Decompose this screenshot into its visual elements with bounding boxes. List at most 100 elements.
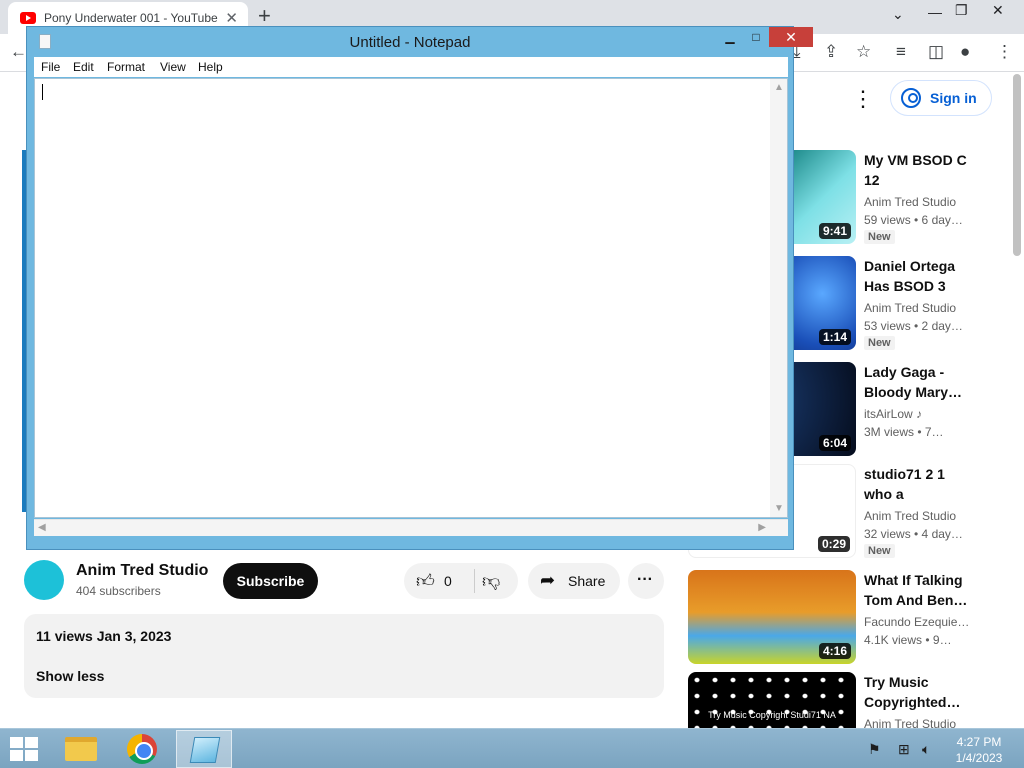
more-horizontal-icon: ··· <box>637 571 653 588</box>
video-duration: 1:14 <box>818 329 851 345</box>
video-title[interactable]: Daniel Ortega Has BSOD 3 <box>864 256 968 296</box>
thumbnail-caption: Try Music Copyright Studi71 NA <box>708 710 836 720</box>
volume-icon[interactable]: 🔈︎ <box>922 741 930 758</box>
video-title[interactable]: studio71 2 1 who a blocked… <box>864 464 968 504</box>
taskbar-notepad[interactable] <box>176 730 232 768</box>
menu-file[interactable]: File <box>41 60 60 74</box>
video-meta: 3M views • 7… <box>864 425 944 439</box>
video-title[interactable]: Try Music Copyrighted… <box>864 672 968 712</box>
youtube-more-menu-icon[interactable]: ⋮ <box>852 86 874 112</box>
scroll-up-icon[interactable]: ▲ <box>774 82 784 93</box>
menu-view[interactable]: View <box>160 60 186 74</box>
notepad-app-icon <box>189 737 221 763</box>
window-minimize-button[interactable]: — <box>928 4 942 20</box>
menu-help[interactable]: Help <box>198 60 223 74</box>
sign-in-label: Sign in <box>930 90 977 106</box>
video-channel[interactable]: Anim Tred Studio <box>864 301 956 315</box>
video-title[interactable]: My VM BSOD C 12 <box>864 150 968 190</box>
windows-taskbar: ⚑ ⊞ 🔈︎ 4:27 PM 1/4/2023 <box>0 728 1024 768</box>
video-channel[interactable]: Anim Tred Studio <box>864 717 956 728</box>
video-channel[interactable]: Facundo Ezequie… <box>864 615 969 629</box>
new-badge: New <box>864 336 895 350</box>
subscribe-button[interactable]: Subscribe <box>223 563 318 599</box>
thumbs-up-icon[interactable]: 👍︎ <box>416 570 435 592</box>
video-channel-name: itsAirLow <box>864 407 913 421</box>
notepad-menubar: File Edit Format View Help <box>34 57 788 77</box>
account-icon <box>901 88 921 108</box>
like-count[interactable]: 0 <box>444 573 452 589</box>
taskbar-chrome[interactable] <box>114 730 170 768</box>
related-video[interactable]: Try Music Copyright Studi71 NA Try Music… <box>688 672 968 728</box>
page-scrollbar[interactable] <box>1013 74 1021 256</box>
share-label: Share <box>568 573 606 589</box>
video-duration: 6:04 <box>818 435 851 451</box>
taskbar-file-explorer[interactable] <box>52 730 108 768</box>
horizontal-scrollbar[interactable]: ◀ ▶ <box>34 519 788 536</box>
sign-in-button[interactable]: Sign in <box>890 80 992 116</box>
video-title[interactable]: Lady Gaga - Bloody Mary… <box>864 362 968 402</box>
bookmark-star-icon[interactable]: ☆ <box>856 42 871 62</box>
profile-avatar-icon[interactable]: ● <box>960 42 970 62</box>
related-video[interactable]: 4:16 What If Talking Tom And Ben… Facund… <box>688 570 969 666</box>
video-thumbnail[interactable]: 4:16 <box>688 570 856 664</box>
action-center-flag-icon[interactable]: ⚑ <box>868 741 881 758</box>
video-duration: 4:16 <box>818 643 851 659</box>
thumbs-down-icon[interactable]: 👎︎ <box>482 570 500 592</box>
chrome-icon <box>127 734 157 764</box>
notepad-text-area[interactable]: ▲ ▼ <box>34 78 788 518</box>
like-dislike-group: 👍︎ 0 👎︎ <box>404 563 518 599</box>
new-badge: New <box>864 230 895 244</box>
description-box[interactable]: 11 views Jan 3, 2023 Show less <box>24 614 664 698</box>
browser-menu-icon[interactable]: ⋮ <box>996 42 1013 62</box>
window-restore-button[interactable]: ❐ <box>955 2 968 19</box>
channel-name[interactable]: Anim Tred Studio <box>76 562 208 580</box>
show-less-toggle[interactable]: Show less <box>36 668 104 684</box>
media-control-icon[interactable]: ≡ <box>896 42 906 62</box>
start-button-icon[interactable] <box>10 737 40 761</box>
scroll-down-icon[interactable]: ▼ <box>774 503 784 514</box>
notepad-window[interactable]: Untitled - Notepad ▁ □ ✕ File Edit Forma… <box>26 26 813 550</box>
vertical-scrollbar[interactable]: ▲ ▼ <box>770 79 787 517</box>
video-meta: 4.1K views • 9… <box>864 633 952 647</box>
video-meta: 32 views • 4 day… <box>864 527 963 541</box>
window-close-button[interactable]: ✕ <box>992 2 1004 19</box>
notepad-title: Untitled - Notepad <box>349 34 471 51</box>
video-meta: 53 views • 2 day… <box>864 319 963 333</box>
video-meta: 59 views • 6 day… <box>864 213 963 227</box>
notepad-minimize-button[interactable]: ▁ <box>717 30 743 48</box>
share-page-icon[interactable]: ⇪ <box>824 42 838 62</box>
menu-format[interactable]: Format <box>107 60 145 74</box>
scroll-right-icon[interactable]: ▶ <box>758 522 766 533</box>
share-arrow-icon: ➦ <box>540 570 556 590</box>
video-channel[interactable]: Anim Tred Studio <box>864 195 956 209</box>
side-panel-icon[interactable]: ◫ <box>928 42 944 62</box>
tab-title: Pony Underwater 001 - YouTube <box>44 11 218 25</box>
tab-close-button[interactable]: ✕ <box>225 9 238 27</box>
video-title[interactable]: What If Talking Tom And Ben… <box>864 570 968 610</box>
subscriber-count: 404 subscribers <box>76 584 161 598</box>
notepad-maximize-button[interactable]: □ <box>743 30 769 48</box>
more-actions-button[interactable]: ··· <box>628 563 664 599</box>
new-badge: New <box>864 544 895 558</box>
views-and-date: 11 views Jan 3, 2023 <box>36 628 172 644</box>
clock-date: 1/4/2023 <box>955 751 1003 765</box>
taskbar-clock[interactable]: 4:27 PM 1/4/2023 <box>944 734 1014 766</box>
clock-time: 4:27 PM <box>956 735 1002 749</box>
channel-avatar[interactable] <box>24 560 64 600</box>
like-divider <box>474 569 475 593</box>
video-thumbnail[interactable]: Try Music Copyright Studi71 NA <box>688 672 856 728</box>
network-icon[interactable]: ⊞ <box>898 741 910 758</box>
video-duration: 0:29 <box>817 536 850 552</box>
menu-edit[interactable]: Edit <box>73 60 94 74</box>
share-button[interactable]: ➦ Share <box>528 563 620 599</box>
music-note-icon: ♪ <box>916 407 923 421</box>
folder-icon <box>65 737 97 761</box>
notepad-close-button[interactable]: ✕ <box>769 27 813 47</box>
tab-search-icon[interactable]: ⌄ <box>892 6 904 23</box>
scroll-left-icon[interactable]: ◀ <box>38 522 46 533</box>
video-channel[interactable]: itsAirLow ♪ <box>864 407 922 421</box>
video-channel[interactable]: Anim Tred Studio <box>864 509 956 523</box>
back-arrow-icon[interactable]: ← <box>10 42 27 62</box>
video-duration: 9:41 <box>818 223 851 239</box>
youtube-favicon-icon <box>20 12 36 24</box>
